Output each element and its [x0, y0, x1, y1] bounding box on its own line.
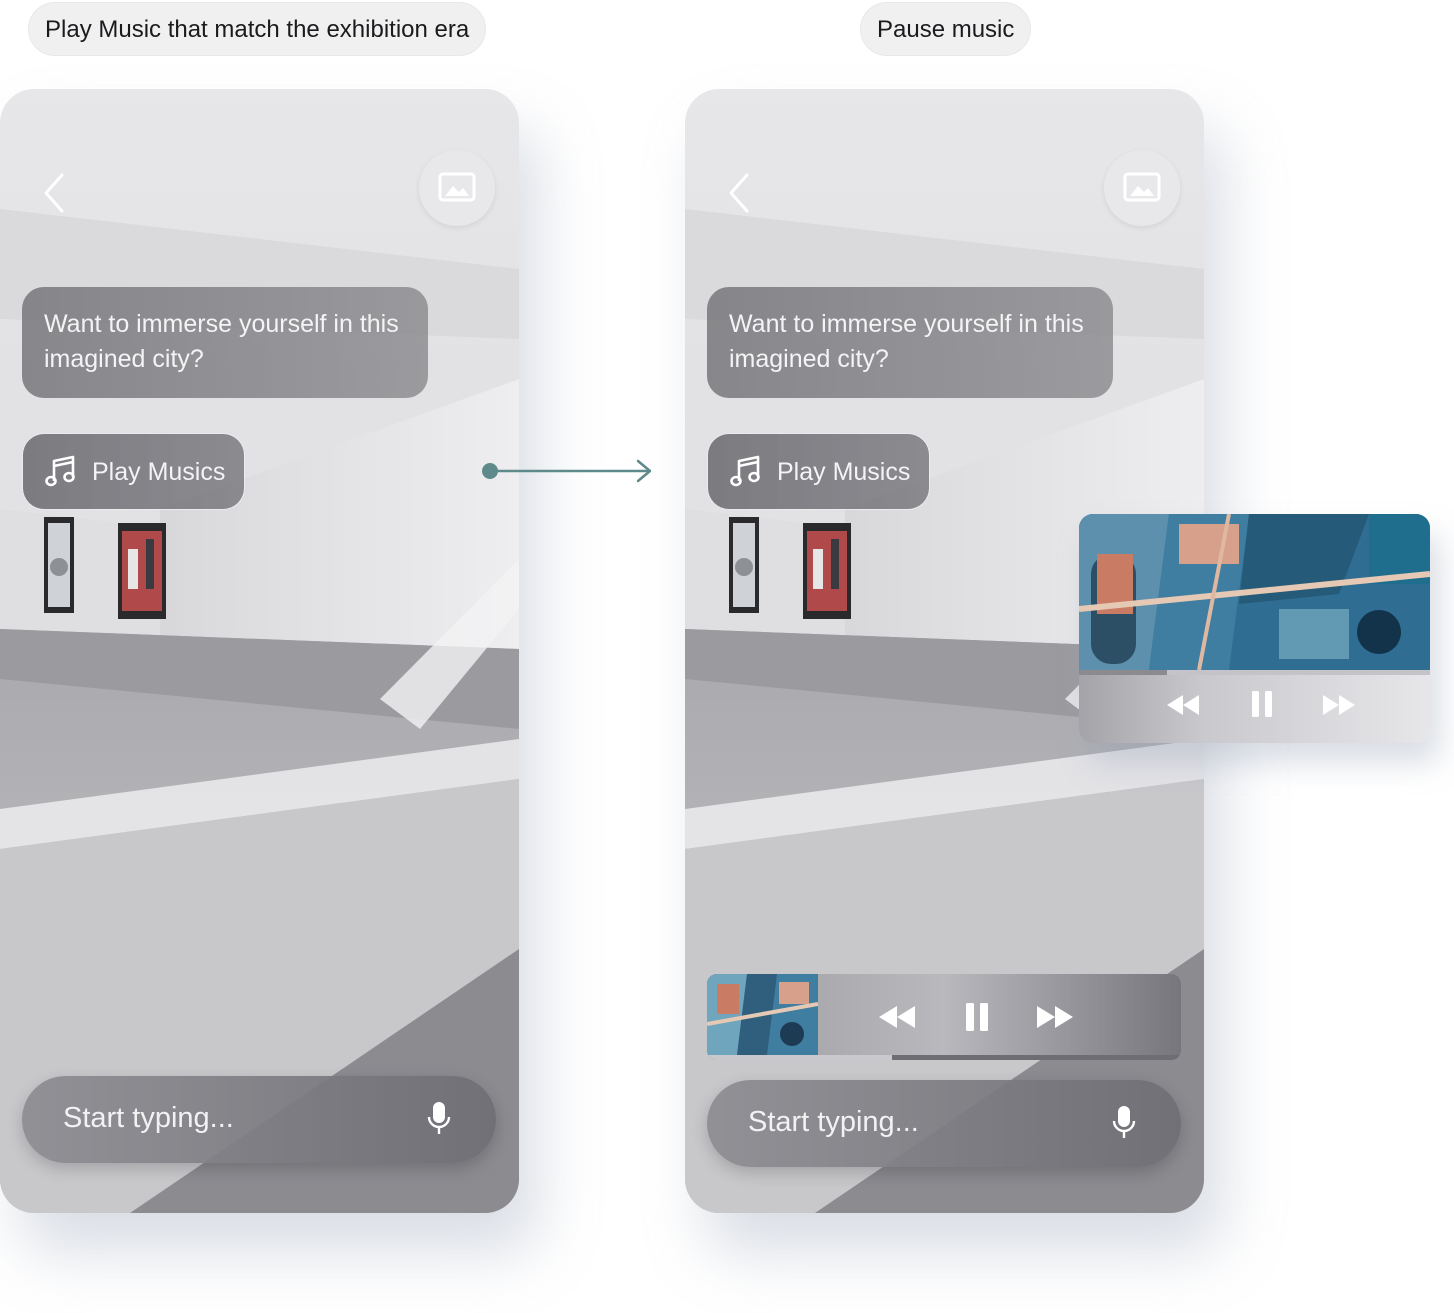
assistant-message-bubble: Want to immerse yourself in this imagine…: [707, 287, 1113, 398]
mini-player-progress-fill: [707, 1055, 892, 1060]
player-progress-fill: [1079, 670, 1167, 675]
arrow-right-icon: [482, 459, 652, 483]
music-note-icon: [45, 455, 75, 487]
image-icon: [1123, 172, 1161, 202]
caption-pause-music: Pause music: [860, 2, 1032, 56]
chat-input-placeholder: Start typing...: [748, 1106, 919, 1138]
play-musics-button[interactable]: Play Musics: [707, 433, 930, 510]
expanded-music-player[interactable]: [1079, 514, 1430, 743]
play-musics-label: Play Musics: [92, 458, 226, 486]
play-musics-label: Play Musics: [777, 458, 911, 486]
album-artwork-thumbnail: [707, 974, 818, 1055]
back-chevron-icon[interactable]: [723, 171, 759, 215]
gallery-room-background: [0, 89, 519, 1213]
mini-music-player[interactable]: [707, 974, 1181, 1060]
music-note-icon: [730, 455, 760, 487]
microphone-icon[interactable]: [1111, 1105, 1137, 1141]
microphone-icon[interactable]: [426, 1101, 452, 1137]
chat-input-placeholder: Start typing...: [63, 1102, 234, 1134]
rewind-icon[interactable]: [877, 1004, 917, 1030]
phone-screen-1: Want to immerse yourself in this imagine…: [0, 89, 519, 1213]
gallery-button[interactable]: [419, 150, 495, 226]
play-musics-button[interactable]: Play Musics: [22, 433, 245, 510]
caption-play-music: Play Music that match the exhibition era: [28, 2, 487, 56]
assistant-message-text: Want to immerse yourself in this imagine…: [44, 310, 399, 373]
player-progress-bar[interactable]: [1079, 670, 1430, 675]
pause-icon[interactable]: [1250, 690, 1274, 718]
chat-input[interactable]: Start typing...: [707, 1080, 1181, 1167]
mini-player-progress-bar[interactable]: [707, 1055, 1181, 1060]
pause-icon[interactable]: [964, 1002, 990, 1032]
chat-input[interactable]: Start typing...: [22, 1076, 496, 1163]
fast-forward-icon[interactable]: [1321, 694, 1357, 716]
rewind-icon[interactable]: [1165, 694, 1201, 716]
image-icon: [438, 172, 476, 202]
album-artwork: [1079, 514, 1430, 670]
back-chevron-icon[interactable]: [38, 171, 74, 215]
assistant-message-text: Want to immerse yourself in this imagine…: [729, 310, 1084, 373]
assistant-message-bubble: Want to immerse yourself in this imagine…: [22, 287, 428, 398]
fast-forward-icon[interactable]: [1035, 1004, 1075, 1030]
gallery-button[interactable]: [1104, 150, 1180, 226]
